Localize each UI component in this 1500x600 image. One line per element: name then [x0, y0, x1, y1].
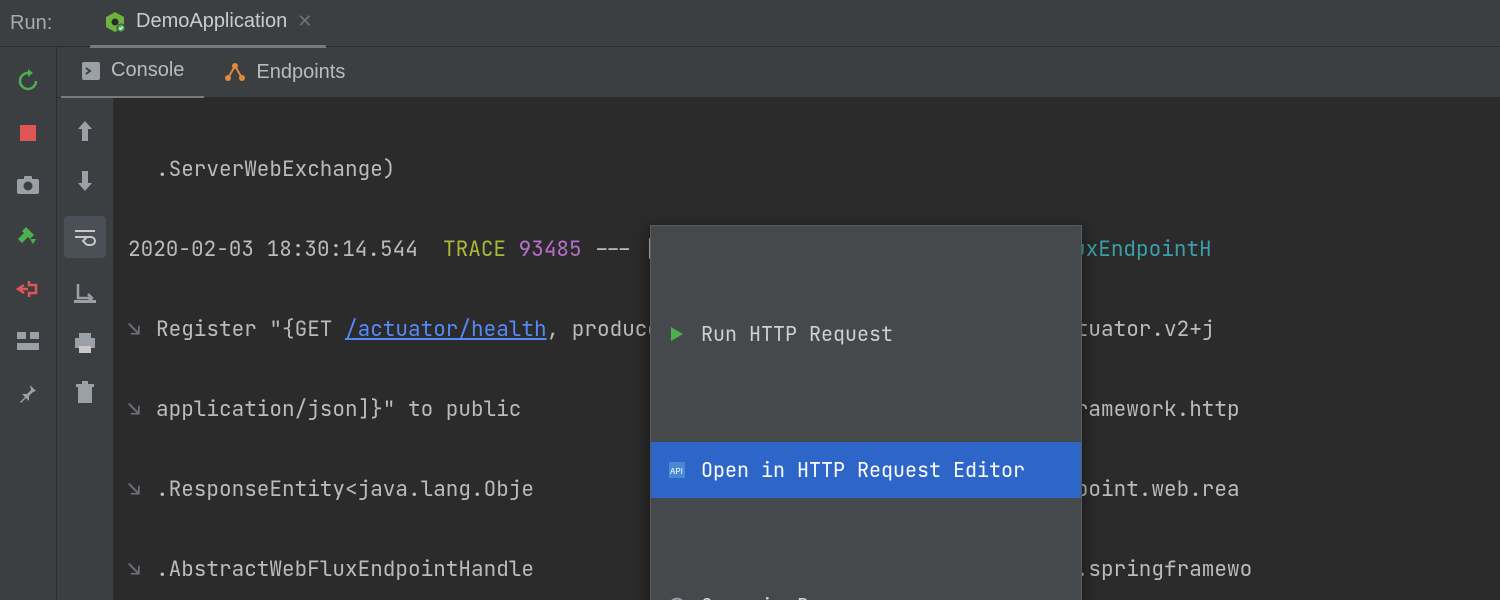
log-pre: .AbstractWebFluxEndpointHandle [156, 556, 534, 583]
run-toolbar [0, 47, 57, 600]
menu-label: Open in Browser [701, 586, 881, 600]
log-line: .ServerWebExchange) [156, 156, 395, 183]
close-icon[interactable]: ✕ [297, 11, 312, 32]
spring-boot-icon [104, 11, 126, 33]
trash-icon[interactable] [70, 378, 100, 408]
print-icon[interactable] [70, 328, 100, 358]
scroll-to-end-icon[interactable] [70, 278, 100, 308]
svg-text:API: API [670, 467, 683, 476]
log-pre: .ResponseEntity<java.lang.Obje [156, 476, 534, 503]
layout-icon[interactable] [14, 327, 42, 355]
log-pid: 93485 [519, 236, 582, 263]
menu-open-http-editor[interactable]: API Open in HTTP Request Editor [651, 442, 1081, 498]
exit-icon[interactable] [14, 275, 42, 303]
log-pre: Register "{GET [156, 316, 345, 343]
console-output[interactable]: .ServerWebExchange) 2020-02-03 18:30:14.… [114, 98, 1500, 600]
log-pre: application/json]}" to public [156, 396, 534, 423]
scroll-up-icon[interactable] [70, 116, 100, 146]
pin-icon[interactable] [14, 379, 42, 407]
tab-endpoints-label: Endpoints [256, 61, 345, 84]
play-icon [667, 324, 687, 344]
run-label: Run: [0, 12, 90, 35]
menu-run-http-request[interactable]: Run HTTP Request [651, 306, 1081, 362]
tab-endpoints[interactable]: Endpoints [204, 47, 365, 97]
run-header: Run: DemoApplication ✕ [0, 0, 1500, 47]
url-context-menu: Run HTTP Request API Open in HTTP Reques… [650, 225, 1082, 600]
rerun-button[interactable] [14, 67, 42, 95]
run-config-name: DemoApplication [136, 10, 287, 33]
log-level: TRACE [443, 236, 506, 263]
console-gutter [57, 98, 114, 600]
actuator-health-link[interactable]: /actuator/health [345, 316, 547, 343]
log-ts: 2020-02-03 18:30:14.544 [128, 236, 418, 263]
endpoints-tab-icon [224, 62, 246, 82]
scroll-down-icon[interactable] [70, 166, 100, 196]
console-tab-icon [81, 61, 101, 81]
console-subtabs: Console Endpoints [57, 47, 1500, 98]
soft-wrap-icon[interactable] [64, 216, 106, 258]
menu-label: Run HTTP Request [701, 314, 893, 354]
tab-console[interactable]: Console [61, 46, 204, 99]
menu-label: Open in HTTP Request Editor [701, 450, 1025, 490]
update-running-app-button[interactable] [14, 223, 42, 251]
camera-icon[interactable] [14, 171, 42, 199]
menu-open-in-browser[interactable]: Open in Browser [651, 578, 1081, 600]
run-config-tab[interactable]: DemoApplication ✕ [90, 0, 326, 48]
stop-button[interactable] [14, 119, 42, 147]
globe-icon [667, 596, 687, 600]
tab-console-label: Console [111, 59, 184, 82]
api-file-icon: API [667, 460, 687, 480]
